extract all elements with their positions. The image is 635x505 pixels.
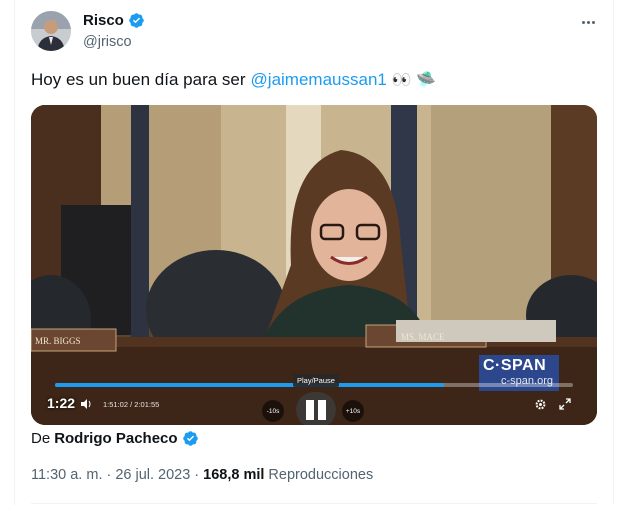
tweet-text: Hoy es un buen día para ser @jaimemaussa… xyxy=(31,70,436,90)
video-credit: De Rodrigo Pacheco xyxy=(31,430,199,447)
verified-badge-icon xyxy=(129,13,144,28)
tweet-meta: 11:30 a. m. · 26 jul. 2023 · 168,8 mil R… xyxy=(31,467,373,483)
author-name-row: Risco xyxy=(83,12,145,29)
views-count: 168,8 mil xyxy=(203,467,265,483)
nameplate-center: MS. MACE xyxy=(401,332,445,342)
credit-author-link[interactable]: Rodrigo Pacheco xyxy=(54,430,177,447)
volume-icon[interactable] xyxy=(80,398,92,410)
avatar-photo-icon xyxy=(31,11,71,51)
author-avatar[interactable] xyxy=(31,11,71,51)
eyes-ufo-emoji-icon: 👀 🛸 xyxy=(391,72,437,89)
author-name[interactable]: Risco xyxy=(83,12,124,29)
cspan-logo: C·SPAN xyxy=(483,357,547,374)
pause-icon xyxy=(306,400,314,420)
meta-separator: · xyxy=(194,467,200,483)
tweet-date-link[interactable]: 26 jul. 2023 xyxy=(115,467,190,483)
views-label: Reproducciones xyxy=(268,467,374,483)
fullscreen-expand-icon[interactable] xyxy=(559,398,571,410)
forward-10s-button[interactable]: +10s xyxy=(342,400,364,422)
play-pause-button[interactable] xyxy=(296,392,336,425)
author-handle[interactable]: @jrisco xyxy=(83,34,132,50)
mention-link[interactable]: @jaimemaussan1 xyxy=(251,70,387,90)
rewind-10s-button[interactable]: -10s xyxy=(262,400,284,422)
tweet-body: Hoy es un buen día para ser xyxy=(31,70,246,89)
more-options-button[interactable] xyxy=(577,12,599,32)
tweet-time-link[interactable]: 11:30 a. m. xyxy=(31,467,102,483)
meta-separator: · xyxy=(106,467,112,483)
verified-badge-icon xyxy=(182,431,198,446)
play-pause-tooltip: Play/Pause xyxy=(293,374,339,387)
video-player[interactable]: MR. BIGGS MS. MACE C·SPAN c-span.org Pla… xyxy=(31,105,597,425)
credit-prefix: De xyxy=(31,430,51,447)
divider xyxy=(31,503,597,504)
time-detail: 1:51:02 / 2:01:55 xyxy=(103,400,160,409)
nameplate-left: MR. BIGGS xyxy=(35,336,81,346)
more-dots-icon xyxy=(581,20,585,24)
settings-gear-icon[interactable] xyxy=(534,398,547,411)
video-progress-fill xyxy=(55,383,444,387)
current-time-label: 1:22 xyxy=(47,395,76,411)
